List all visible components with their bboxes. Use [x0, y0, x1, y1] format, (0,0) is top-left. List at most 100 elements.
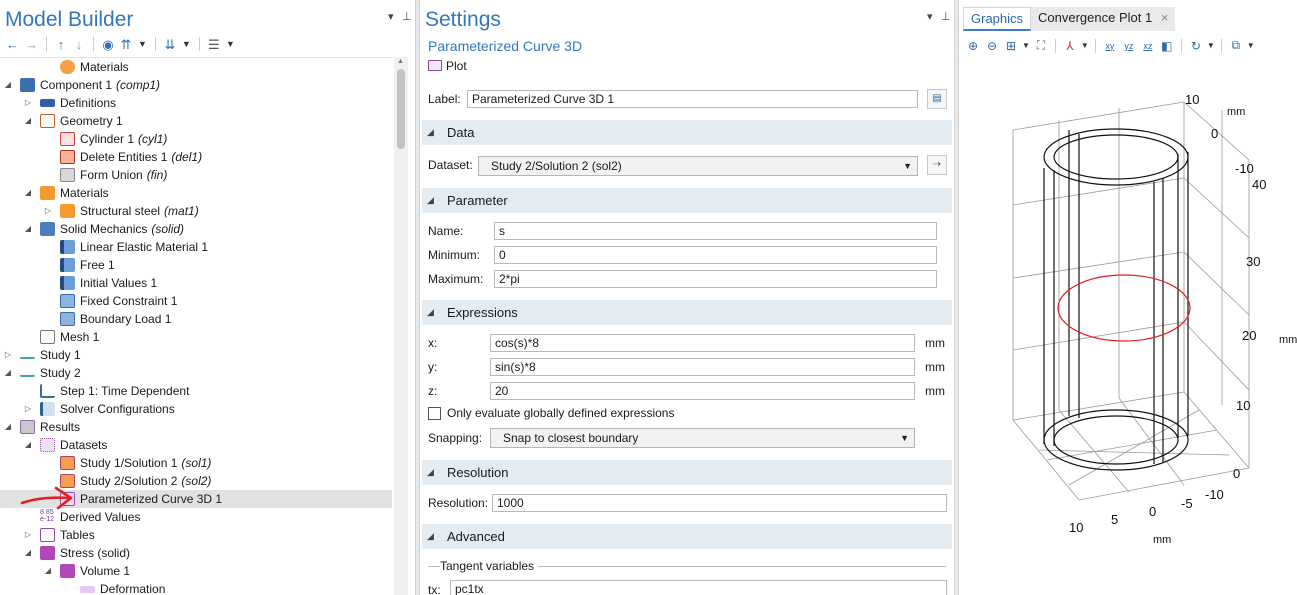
label-field[interactable]: Parameterized Curve 3D 1 — [467, 90, 918, 108]
tree-item[interactable]: ◢ Study 2 — [0, 364, 392, 382]
collapse-triangle-icon[interactable]: ◢ — [22, 112, 34, 130]
tree-item[interactable]: Fixed Constraint 1 — [0, 292, 392, 310]
x-expression-field[interactable]: cos(s)*8 — [490, 334, 915, 352]
expand-triangle-icon[interactable]: ▷ — [22, 400, 34, 418]
arrow-up-icon[interactable]: ↑ — [53, 36, 69, 53]
tab-convergence-plot[interactable]: Convergence Plot 1 × — [1031, 7, 1176, 31]
zoom-in-icon[interactable]: ⊕ — [965, 39, 981, 53]
tree-item[interactable]: Initial Values 1 — [0, 274, 392, 292]
tree-item[interactable]: ▷ Tables — [0, 526, 392, 544]
section-resolution[interactable]: ◢ Resolution — [422, 460, 952, 485]
arrow-right-icon[interactable]: → — [23, 36, 40, 53]
collapse-triangle-icon[interactable]: ◢ — [22, 220, 34, 238]
chevron-down-icon[interactable]: ▼ — [136, 36, 149, 53]
tree-item[interactable]: ▷ Solver Configurations — [0, 400, 392, 418]
dataset-go-to-source-icon[interactable]: ⇢ — [927, 155, 947, 175]
model-builder-toolbar: ← → ↑ ↓ ◉ ⇈ ▼ ⇊ ▼ ☰ ▼ — [4, 35, 237, 53]
view-xz-icon[interactable]: xz — [1140, 41, 1156, 51]
camera-icon[interactable]: ◧ — [1159, 39, 1175, 53]
zoom-extents-icon[interactable]: ⛶ — [1033, 38, 1049, 53]
tx-field[interactable]: pc1tx — [450, 580, 947, 595]
list-icon[interactable]: ☰ — [206, 36, 222, 53]
chevron-down-icon[interactable]: ▼ — [180, 36, 193, 53]
collapse-triangle-icon[interactable]: ◢ — [22, 544, 34, 562]
tree-item[interactable]: Linear Elastic Material 1 — [0, 238, 392, 256]
minimum-field[interactable]: 0 — [494, 246, 937, 264]
chevron-down-icon[interactable]: ▼ — [224, 36, 237, 53]
panel-menu-icon[interactable]: ▾ — [388, 10, 394, 23]
zoom-box-icon[interactable]: ⊞ — [1003, 39, 1019, 53]
collapse-triangle-icon[interactable]: ◢ — [2, 76, 14, 94]
tree-item[interactable]: Form Union (fin) — [0, 166, 392, 184]
tree-item[interactable]: ◢ Stress (solid) — [0, 544, 392, 562]
tree-item[interactable]: Free 1 — [0, 256, 392, 274]
chevron-down-icon[interactable]: ▼ — [1081, 41, 1089, 50]
maximum-field[interactable]: 2*pi — [494, 270, 937, 288]
tree-item[interactable]: ▷ Study 1 — [0, 346, 392, 364]
graphics-canvas[interactable]: 10 0 -10 mm 40 30 20 10 0 mm 10 5 0 -5 -… — [959, 60, 1297, 595]
arrow-left-icon[interactable]: ← — [4, 36, 21, 53]
tree-item[interactable]: ◢ Results — [0, 418, 392, 436]
tab-graphics[interactable]: Graphics — [963, 7, 1032, 31]
section-expressions[interactable]: ◢ Expressions — [422, 300, 952, 325]
scroll-up-icon[interactable]: ▲ — [397, 58, 404, 65]
resolution-field[interactable]: 1000 — [492, 494, 947, 512]
rotate-icon[interactable]: ↻ — [1188, 39, 1204, 53]
tree-item[interactable]: Study 1/Solution 1 (sol1) — [0, 454, 392, 472]
scrollbar-thumb[interactable] — [397, 69, 405, 149]
zoom-out-icon[interactable]: ⊖ — [984, 39, 1000, 53]
panel-menu-icon[interactable]: ▾ — [927, 10, 933, 23]
render-icon[interactable]: ⧉ — [1228, 38, 1244, 53]
tree-item[interactable]: ◢ Datasets — [0, 436, 392, 454]
tree-item[interactable]: Delete Entities 1 (del1) — [0, 148, 392, 166]
view-yz-icon[interactable]: yz — [1121, 41, 1137, 51]
plot-button[interactable]: Plot — [428, 59, 467, 73]
mesh-icon — [40, 330, 55, 344]
collapse-triangle-icon[interactable]: ◢ — [22, 436, 34, 454]
only-global-checkbox[interactable] — [428, 407, 441, 420]
tree-item[interactable]: ◢ Solid Mechanics (solid) — [0, 220, 392, 238]
tree-item[interactable]: Deformation — [0, 580, 392, 595]
collapse-triangle-icon[interactable]: ◢ — [22, 184, 34, 202]
pin-icon[interactable]: ⊥ — [402, 10, 412, 23]
tree-item[interactable]: Materials — [0, 58, 392, 76]
snapping-select[interactable]: Snap to closest boundary ▼ — [490, 428, 915, 448]
tree-item[interactable]: ▷ Structural steel (mat1) — [0, 202, 392, 220]
parameter-name-field[interactable]: s — [494, 222, 937, 240]
close-icon[interactable]: × — [1161, 10, 1169, 25]
collapse-icon[interactable]: ⇊ — [162, 36, 178, 53]
collapse-triangle-icon[interactable]: ◢ — [2, 364, 14, 382]
chevron-down-icon[interactable]: ▼ — [1207, 41, 1215, 50]
tree-item[interactable]: ◢ Materials — [0, 184, 392, 202]
collapse-triangle-icon[interactable]: ◢ — [42, 562, 54, 580]
chevron-down-icon[interactable]: ▼ — [1022, 41, 1030, 50]
view-xy-icon[interactable]: xy — [1102, 41, 1118, 51]
collapse-triangle-icon[interactable]: ◢ — [2, 418, 14, 436]
section-data[interactable]: ◢ Data — [422, 120, 952, 145]
z-expression-field[interactable]: 20 — [490, 382, 915, 400]
label-reset-icon[interactable]: ▤ — [927, 89, 947, 109]
expand-triangle-icon[interactable]: ▷ — [42, 202, 54, 220]
expand-triangle-icon[interactable]: ▷ — [22, 94, 34, 112]
tree-item[interactable]: Cylinder 1 (cyl1) — [0, 130, 392, 148]
tree-item[interactable]: ◢ Volume 1 — [0, 562, 392, 580]
tree-item[interactable]: ▷ Definitions — [0, 94, 392, 112]
pin-icon[interactable]: ⊥ — [941, 10, 951, 23]
dataset-select[interactable]: Study 2/Solution 2 (sol2) ▼ — [478, 156, 918, 176]
chevron-down-icon[interactable]: ▼ — [1247, 41, 1255, 50]
tree-item[interactable]: ◢ Component 1 (comp1) — [0, 76, 392, 94]
eye-icon[interactable]: ◉ — [100, 36, 116, 53]
section-advanced[interactable]: ◢ Advanced — [422, 524, 952, 549]
y-expression-field[interactable]: sin(s)*8 — [490, 358, 915, 376]
expand-triangle-icon[interactable]: ▷ — [22, 526, 34, 544]
expand-triangle-icon[interactable]: ▷ — [2, 346, 14, 364]
axes-icon[interactable]: ⅄ — [1062, 39, 1078, 53]
tree-scrollbar[interactable]: ▲ — [394, 57, 408, 595]
section-parameter[interactable]: ◢ Parameter — [422, 188, 952, 213]
tree-item[interactable]: ◢ Geometry 1 — [0, 112, 392, 130]
tree-item[interactable]: Boundary Load 1 — [0, 310, 392, 328]
expand-icon[interactable]: ⇈ — [118, 36, 134, 53]
tree-item[interactable]: Mesh 1 — [0, 328, 392, 346]
arrow-down-icon[interactable]: ↓ — [71, 36, 87, 53]
tree-item[interactable]: Step 1: Time Dependent — [0, 382, 392, 400]
